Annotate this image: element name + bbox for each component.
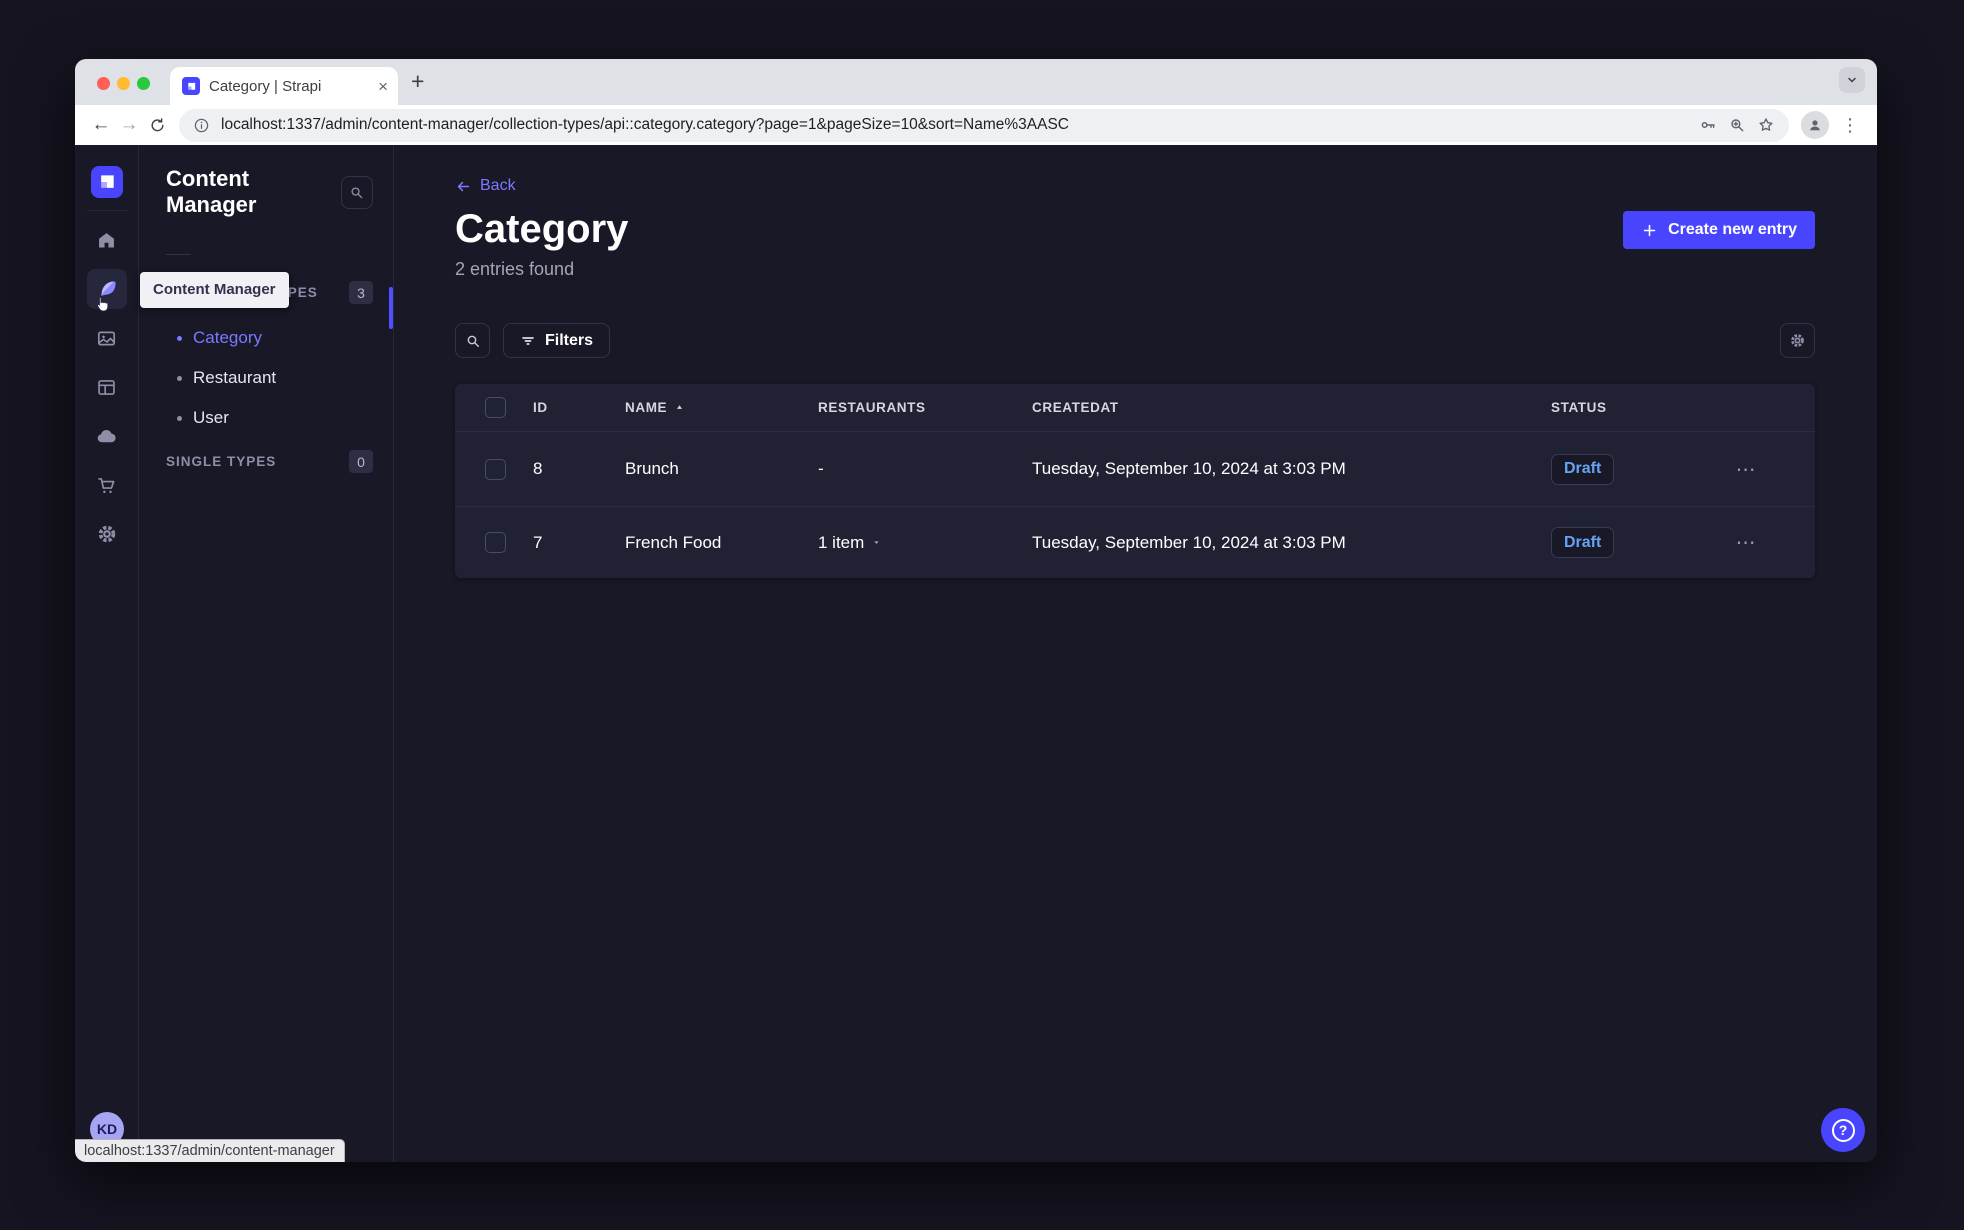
sidebar-item-label: User bbox=[193, 408, 229, 427]
browser-forward-button[interactable]: → bbox=[115, 111, 143, 139]
bullet-icon bbox=[177, 415, 182, 421]
row-checkbox[interactable] bbox=[485, 458, 506, 480]
status-badge: Draft bbox=[1551, 453, 1615, 485]
cell-id: 8 bbox=[533, 459, 543, 478]
cell-restaurants[interactable]: 1 item bbox=[818, 533, 1032, 553]
filter-icon bbox=[522, 336, 534, 345]
strapi-admin: KD Content Manager COLLECTION TYPES 3 Ca… bbox=[75, 145, 1877, 1162]
strapi-favicon-icon bbox=[182, 77, 200, 95]
column-header-status[interactable]: STATUS bbox=[1551, 400, 1688, 415]
row-checkbox[interactable] bbox=[485, 532, 506, 553]
close-window-button[interactable] bbox=[97, 77, 110, 90]
single-types-count-badge: 0 bbox=[349, 450, 373, 473]
minimize-window-button[interactable] bbox=[117, 77, 130, 90]
browser-menu-icon[interactable]: ⋮ bbox=[1829, 115, 1865, 136]
back-arrow-icon bbox=[457, 181, 470, 191]
zoom-page-icon[interactable] bbox=[1728, 116, 1746, 134]
nav-settings-gear-icon[interactable] bbox=[87, 514, 127, 554]
tab-title: Category | Strapi bbox=[209, 77, 322, 95]
table-header-row: ID NAME RESTAURANTS CREATEDAT STATUS bbox=[455, 384, 1815, 431]
plus-icon bbox=[1643, 224, 1656, 236]
page-info-icon[interactable] bbox=[193, 117, 210, 134]
cell-id: 7 bbox=[533, 532, 543, 552]
sidebar-item-user[interactable]: User bbox=[139, 398, 393, 438]
nav-cloud-icon[interactable] bbox=[87, 416, 127, 456]
nav-media-library-icon[interactable] bbox=[87, 318, 127, 358]
rail-divider bbox=[86, 210, 127, 211]
cell-name: French Food bbox=[625, 532, 722, 552]
bookmark-star-icon[interactable] bbox=[1757, 116, 1775, 134]
back-link[interactable]: Back bbox=[455, 177, 516, 195]
sidebar-title: Content Manager bbox=[166, 166, 257, 217]
create-new-entry-button[interactable]: Create new entry bbox=[1623, 211, 1815, 249]
entries-table: ID NAME RESTAURANTS CREATEDAT STATUS 8 B… bbox=[455, 384, 1815, 578]
table-search-button[interactable] bbox=[455, 323, 490, 358]
content-manager-tooltip: Content Manager bbox=[140, 272, 289, 308]
help-button[interactable]: ? bbox=[1821, 1108, 1865, 1152]
table-row[interactable]: 8 Brunch - Tuesday, September 10, 2024 a… bbox=[455, 431, 1815, 506]
table-row[interactable]: 7 French Food 1 item Tuesday, September … bbox=[455, 506, 1815, 578]
tab-close-icon[interactable]: × bbox=[378, 78, 388, 95]
tab-search-chevron-icon[interactable] bbox=[1839, 67, 1865, 93]
chevron-down-icon bbox=[874, 541, 880, 544]
browser-toolbar: ← → localhost:1337/admin/content-manager… bbox=[75, 105, 1877, 145]
nav-content-type-builder-icon[interactable] bbox=[87, 367, 127, 407]
sidebar-divider bbox=[166, 254, 191, 255]
macos-traffic-lights bbox=[97, 77, 150, 90]
bullet-icon bbox=[177, 335, 182, 341]
page-title: Category bbox=[455, 207, 629, 251]
url-text[interactable]: localhost:1337/admin/content-manager/col… bbox=[221, 116, 1688, 134]
status-badge: Draft bbox=[1551, 527, 1615, 558]
bullet-icon bbox=[177, 375, 182, 381]
active-item-indicator bbox=[389, 287, 393, 329]
main-nav-rail: KD bbox=[75, 145, 139, 1162]
sidebar-item-label: Restaurant bbox=[193, 368, 277, 387]
maximize-window-button[interactable] bbox=[137, 77, 150, 90]
sort-ascending-icon bbox=[677, 405, 683, 409]
cell-name: Brunch bbox=[625, 459, 679, 478]
single-types-label: SINGLE TYPES bbox=[166, 454, 277, 469]
filters-button[interactable]: Filters bbox=[503, 323, 611, 358]
browser-reload-button[interactable] bbox=[143, 111, 171, 139]
url-bar[interactable]: localhost:1337/admin/content-manager/col… bbox=[179, 108, 1789, 142]
view-settings-gear-button[interactable] bbox=[1780, 323, 1815, 358]
row-actions-menu-icon[interactable]: ⋯ bbox=[1688, 457, 1815, 482]
cell-restaurants: - bbox=[818, 459, 824, 478]
column-header-createdat[interactable]: CREATEDAT bbox=[1032, 400, 1551, 415]
link-preview-statusbar: localhost:1337/admin/content-manager bbox=[75, 1139, 345, 1162]
main-content: Back Category 2 entries found Create new… bbox=[394, 145, 1877, 1162]
select-all-checkbox[interactable] bbox=[485, 397, 506, 418]
entries-count: 2 entries found bbox=[455, 259, 575, 279]
nav-marketplace-cart-icon[interactable] bbox=[87, 465, 127, 505]
column-header-name[interactable]: NAME bbox=[625, 400, 818, 415]
sidebar-item-label: Category bbox=[193, 328, 262, 347]
cell-createdat: Tuesday, September 10, 2024 at 3:03 PM bbox=[1032, 532, 1346, 552]
column-header-restaurants[interactable]: RESTAURANTS bbox=[818, 400, 1032, 415]
row-actions-menu-icon[interactable]: ⋯ bbox=[1688, 530, 1815, 555]
column-header-id[interactable]: ID bbox=[533, 400, 625, 415]
sidebar-item-category[interactable]: Category bbox=[139, 318, 393, 358]
collection-types-count-badge: 3 bbox=[349, 281, 373, 304]
password-key-icon[interactable] bbox=[1699, 116, 1717, 134]
question-mark-icon: ? bbox=[1831, 1118, 1855, 1142]
browser-tab[interactable]: Category | Strapi × bbox=[170, 67, 398, 105]
browser-profile-avatar[interactable] bbox=[1801, 111, 1829, 139]
sidebar-item-restaurant[interactable]: Restaurant bbox=[139, 358, 393, 398]
new-tab-button[interactable]: + bbox=[411, 70, 424, 93]
browser-window: Category | Strapi × + ← → localhost:1337… bbox=[75, 59, 1877, 1162]
sidebar-search-button[interactable] bbox=[340, 175, 373, 209]
mouse-cursor-hand bbox=[93, 295, 111, 313]
cell-createdat: Tuesday, September 10, 2024 at 3:03 PM bbox=[1032, 459, 1346, 478]
browser-back-button[interactable]: ← bbox=[87, 111, 115, 139]
nav-home-icon[interactable] bbox=[87, 220, 127, 260]
nav-content-manager-icon[interactable] bbox=[86, 269, 127, 312]
browser-tab-strip: Category | Strapi × + bbox=[75, 59, 1877, 105]
strapi-logo[interactable] bbox=[90, 166, 123, 198]
